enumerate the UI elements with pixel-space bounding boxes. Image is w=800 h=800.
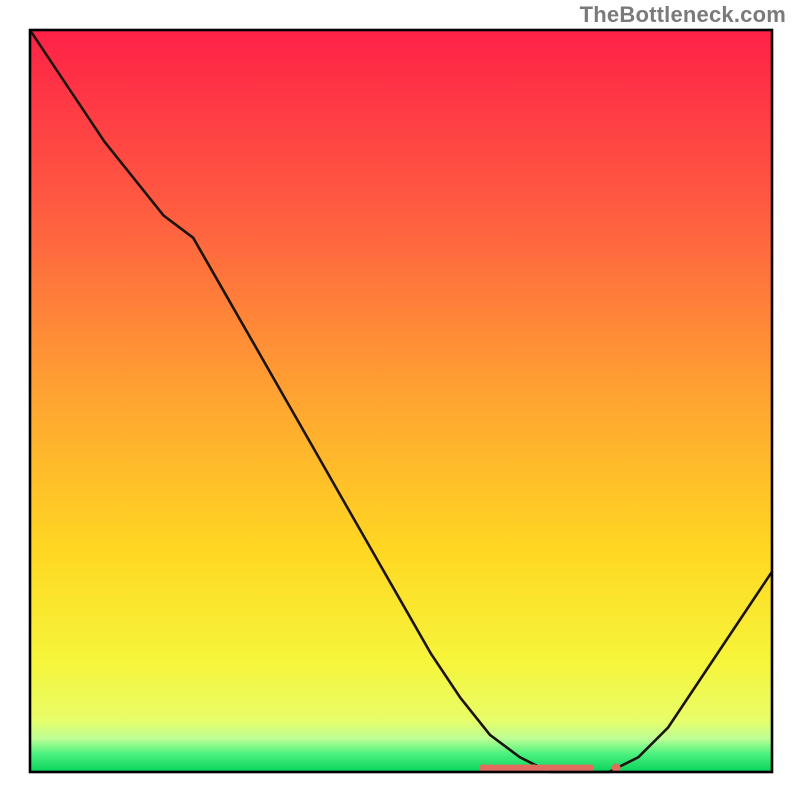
bottleneck-chart xyxy=(0,0,800,800)
chart-gradient-area xyxy=(30,30,772,772)
watermark-text: TheBottleneck.com xyxy=(580,2,786,28)
